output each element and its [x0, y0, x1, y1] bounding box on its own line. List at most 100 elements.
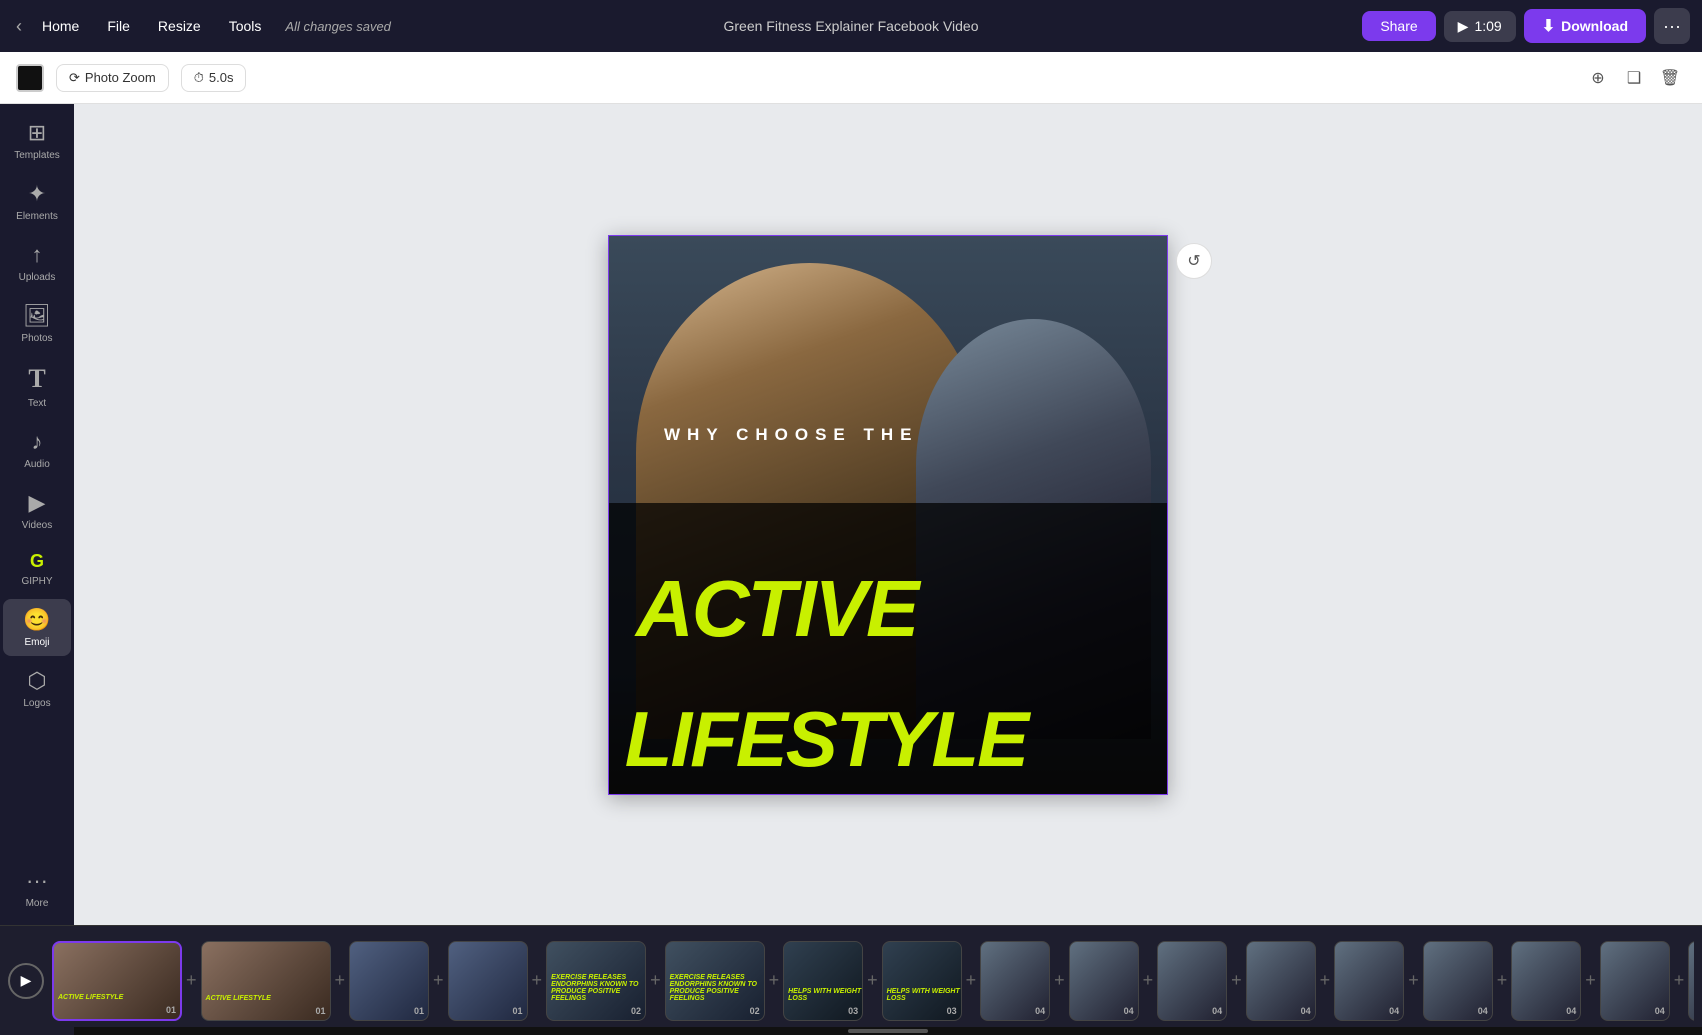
- sidebar-label-audio: Audio: [24, 459, 50, 470]
- back-button[interactable]: ‹: [12, 10, 26, 43]
- clip-separator-2[interactable]: +: [333, 970, 348, 991]
- timeline-clip-6[interactable]: Exercise releases endorphins known to pr…: [665, 941, 765, 1021]
- timeline-play-button[interactable]: ▶: [8, 963, 44, 999]
- clip-num-9: 04: [1035, 1006, 1045, 1016]
- sidebar-label-videos: Videos: [22, 520, 52, 531]
- clip-separator-8[interactable]: +: [964, 970, 979, 991]
- duration-button[interactable]: ⏱ 5.0s: [181, 64, 247, 92]
- timeline-clip-7[interactable]: Helps with weight loss 03: [783, 941, 863, 1021]
- autosave-status: All changes saved: [285, 19, 391, 34]
- timeline-clip-14[interactable]: 04: [1423, 941, 1493, 1021]
- timeline-clip-16[interactable]: 04: [1600, 941, 1670, 1021]
- clip-separator-14[interactable]: +: [1495, 970, 1510, 991]
- timeline-clip-11[interactable]: 04: [1157, 941, 1227, 1021]
- clip-separator-13[interactable]: +: [1406, 970, 1421, 991]
- timeline-clip-15[interactable]: 04: [1511, 941, 1581, 1021]
- emoji-icon: 😊: [23, 607, 50, 633]
- timeline-clip-12[interactable]: 04: [1246, 941, 1316, 1021]
- canvas-area: WHY CHOOSE THE ACTIVE LIFESTYLE ↺: [74, 104, 1702, 925]
- sidebar-item-photos[interactable]: 🖼 Photos: [3, 295, 71, 352]
- clip-num-7: 03: [848, 1006, 858, 1016]
- sidebar-label-text: Text: [28, 398, 46, 409]
- videos-icon: ▶: [29, 490, 46, 516]
- clip-separator-3[interactable]: +: [431, 970, 446, 991]
- clip-separator-15[interactable]: +: [1583, 970, 1598, 991]
- clip-separator-11[interactable]: +: [1229, 970, 1244, 991]
- sidebar-item-videos[interactable]: ▶ Videos: [3, 482, 71, 539]
- timeline-clip-5[interactable]: Exercise releases endorphins known to pr…: [546, 941, 646, 1021]
- animation-button[interactable]: ⟳ Photo Zoom: [56, 64, 169, 92]
- file-button[interactable]: File: [95, 12, 142, 40]
- download-button[interactable]: ⬇ Download: [1524, 9, 1646, 43]
- clip-num-4: 01: [513, 1006, 523, 1016]
- sidebar-item-emoji[interactable]: 😊 Emoji: [3, 599, 71, 656]
- clip-separator-4[interactable]: +: [530, 970, 545, 991]
- clip-num-8: 03: [947, 1006, 957, 1016]
- logos-icon: ⬡: [27, 668, 46, 694]
- design-canvas[interactable]: WHY CHOOSE THE ACTIVE LIFESTYLE: [608, 235, 1168, 795]
- download-icon: ⬇: [1542, 16, 1555, 36]
- timeline-clip-8[interactable]: Helps with weight loss03: [882, 941, 962, 1021]
- clip-num-15: 04: [1566, 1006, 1576, 1016]
- topbar: ‹ Home File Resize Tools All changes sav…: [0, 0, 1702, 52]
- sidebar-item-more[interactable]: ··· More: [3, 860, 71, 917]
- sidebar-item-logos[interactable]: ⬡ Logos: [3, 660, 71, 717]
- timeline-clip-10[interactable]: 04: [1069, 941, 1139, 1021]
- clip-separator-7[interactable]: +: [865, 970, 880, 991]
- clip-label-2: ACTIVE LIFESTYLE: [206, 995, 271, 1002]
- clip-label-7: Helps with weight loss: [788, 988, 862, 1002]
- home-button[interactable]: Home: [30, 12, 91, 40]
- sidebar-item-templates[interactable]: ⊞ Templates: [3, 112, 71, 169]
- canvas-refresh-button[interactable]: ↺: [1176, 243, 1212, 279]
- timeline-scrollbar[interactable]: [74, 1027, 1702, 1035]
- timeline-clip-2[interactable]: ACTIVE LIFESTYLE 01: [201, 941, 331, 1021]
- sidebar-item-audio[interactable]: ♪ Audio: [3, 421, 71, 478]
- tools-button[interactable]: Tools: [217, 12, 274, 40]
- topbar-right: Share ▶ 1:09 ⬇ Download ···: [1362, 8, 1690, 44]
- duplicate-button[interactable]: ❑: [1618, 62, 1650, 94]
- timeline-clip-3[interactable]: 01: [349, 941, 429, 1021]
- sidebar-item-elements[interactable]: ✦ Elements: [3, 173, 71, 230]
- giphy-icon: G: [30, 551, 44, 572]
- sidebar-item-uploads[interactable]: ↑ Uploads: [3, 234, 71, 291]
- sidebar-item-text[interactable]: T Text: [3, 356, 71, 417]
- clip-separator-16[interactable]: +: [1672, 970, 1687, 991]
- animation-icon: ⟳: [69, 70, 80, 86]
- clip-num-12: 04: [1301, 1006, 1311, 1016]
- photos-icon: 🖼: [23, 303, 51, 329]
- clip-separator-5[interactable]: +: [648, 970, 663, 991]
- clip-label-6: Exercise releases endorphins known to pr…: [670, 974, 764, 1002]
- color-swatch[interactable]: [16, 64, 44, 92]
- add-page-button[interactable]: ⊕: [1582, 62, 1614, 94]
- templates-icon: ⊞: [28, 120, 46, 146]
- timeline-clip-13[interactable]: 04: [1334, 941, 1404, 1021]
- clip-separator-6[interactable]: +: [767, 970, 782, 991]
- clip-num-1: 01: [166, 1005, 176, 1015]
- share-button[interactable]: Share: [1362, 11, 1435, 41]
- more-options-button[interactable]: ···: [1654, 8, 1690, 44]
- clip-separator-10[interactable]: +: [1141, 970, 1156, 991]
- timeline-clip-1[interactable]: ACTIVE LIFESTYLE 01: [52, 941, 182, 1021]
- timeline-clip-9[interactable]: 04: [980, 941, 1050, 1021]
- resize-button[interactable]: Resize: [146, 12, 213, 40]
- clip-separator-1[interactable]: +: [184, 970, 199, 991]
- scrollbar-thumb: [848, 1029, 928, 1033]
- timeline-clip-17[interactable]: 04: [1688, 941, 1694, 1021]
- timeline: ▶ ACTIVE LIFESTYLE 01 + ACTIVE LIFESTYLE 01 +…: [0, 925, 1702, 1035]
- clip-num-3: 01: [414, 1006, 424, 1016]
- sidebar-label-uploads: Uploads: [19, 272, 56, 283]
- clip-separator-9[interactable]: +: [1052, 970, 1067, 991]
- delete-button[interactable]: 🗑: [1654, 62, 1686, 94]
- play-timer-button[interactable]: ▶ 1:09: [1444, 11, 1516, 42]
- clip-label-1: ACTIVE LIFESTYLE: [58, 994, 123, 1001]
- play-icon: ▶: [1458, 18, 1469, 35]
- sidebar-item-giphy[interactable]: G GIPHY: [3, 543, 71, 595]
- clip-separator-12[interactable]: +: [1318, 970, 1333, 991]
- clip-num-5: 02: [631, 1006, 641, 1016]
- timeline-clip-4[interactable]: 01: [448, 941, 528, 1021]
- download-label: Download: [1561, 18, 1628, 34]
- clip-label-5: Exercise releases endorphins known to pr…: [551, 974, 645, 1002]
- clip-num-2: 01: [316, 1006, 326, 1016]
- sidebar-label-templates: Templates: [14, 150, 60, 161]
- timeline-clips: ACTIVE LIFESTYLE 01 + ACTIVE LIFESTYLE 01 +01…: [52, 936, 1694, 1026]
